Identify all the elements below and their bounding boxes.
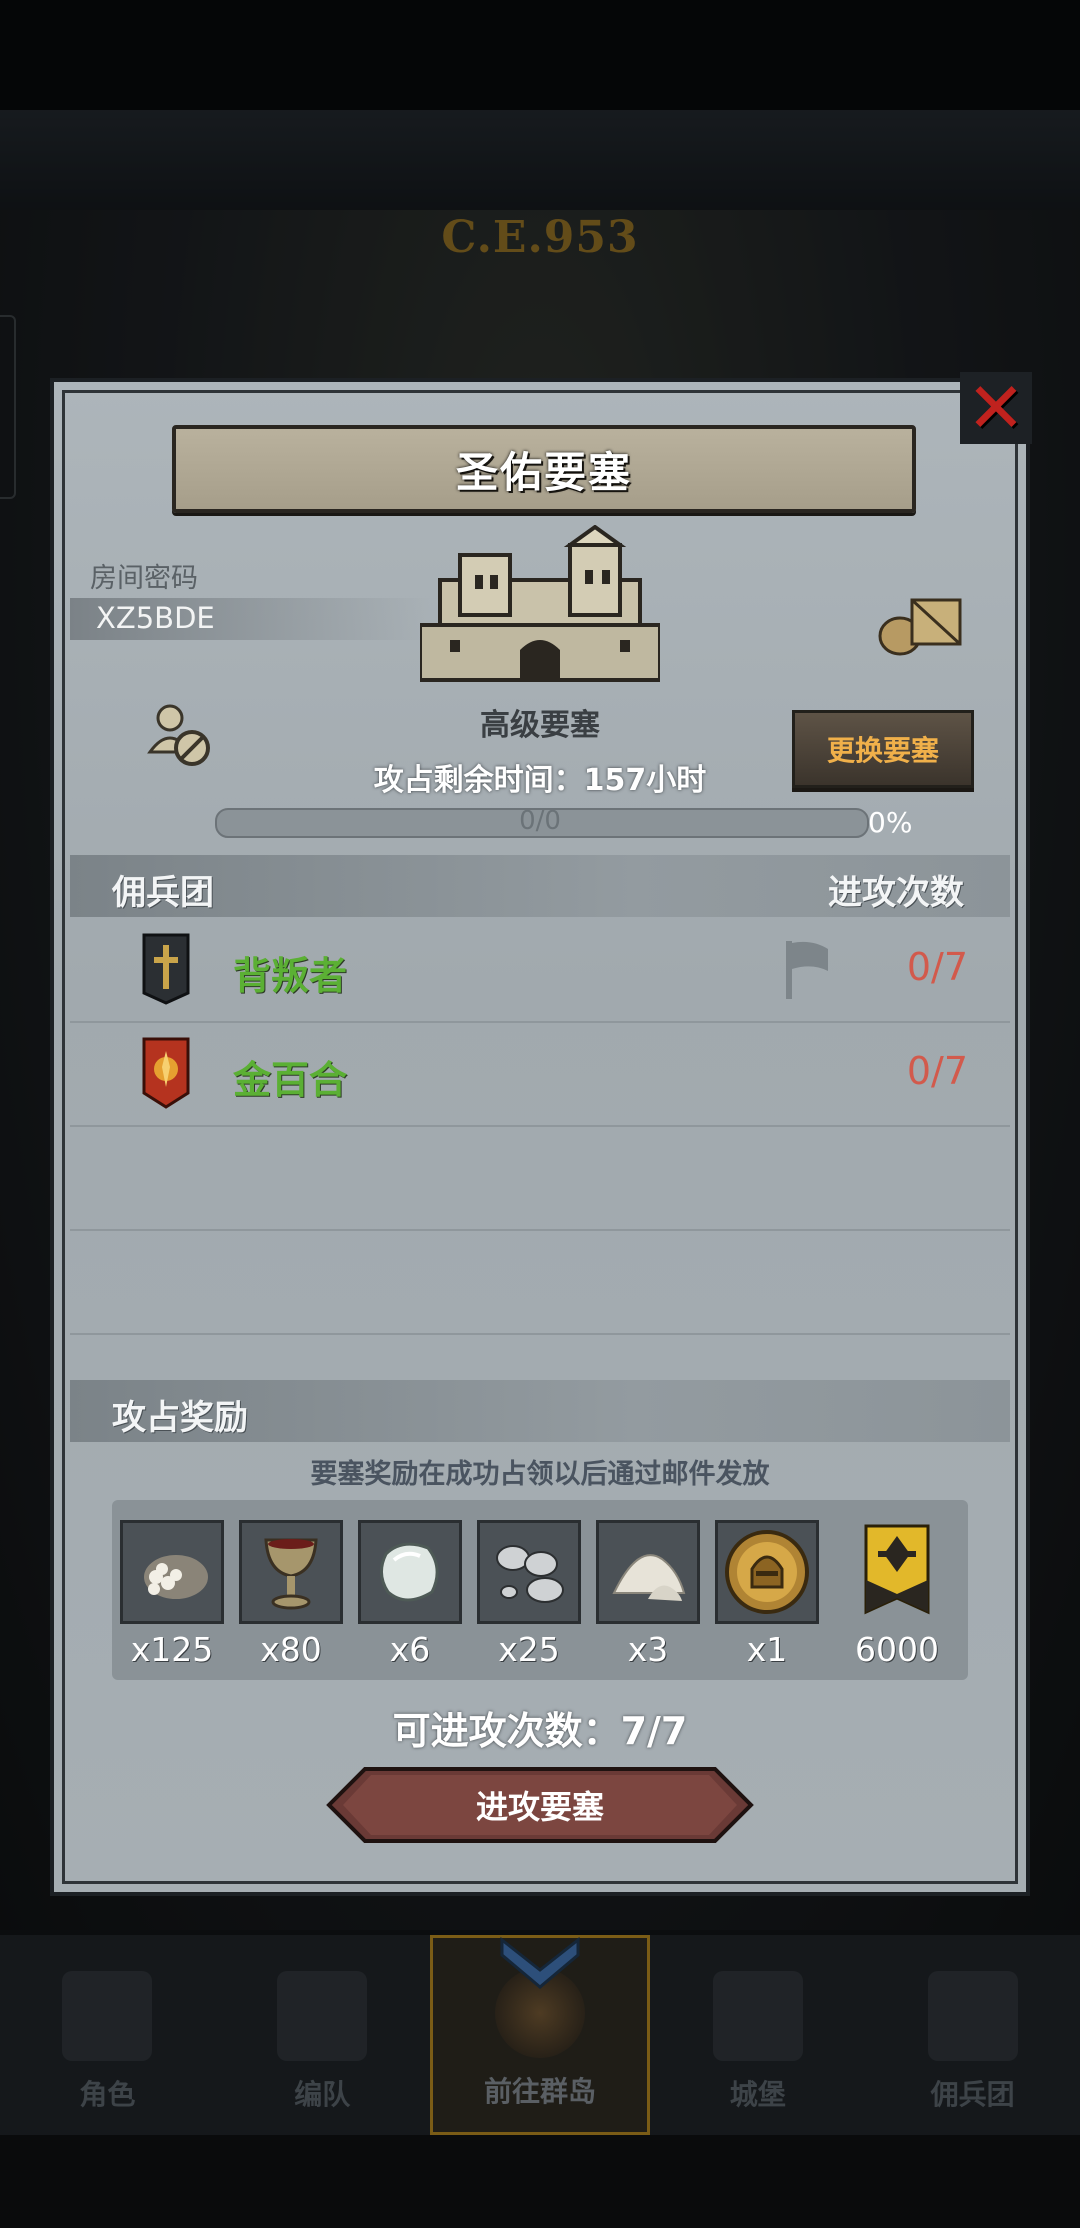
silver-ore-icon	[496, 1545, 564, 1603]
reward-tile	[715, 1520, 819, 1624]
close-button[interactable]: ✕	[960, 372, 1032, 444]
powder-pile-icon	[612, 1554, 686, 1601]
gem-icon	[380, 1542, 439, 1602]
change-fortress-button[interactable]: 更换要塞	[792, 710, 974, 788]
mercenary-name: 背叛者	[233, 954, 348, 998]
nav-label: 佣兵团	[930, 2078, 1015, 2111]
nav-label: 城堡	[729, 2078, 786, 2111]
nav-label: 角色	[79, 2078, 136, 2111]
supplies-icon[interactable]	[876, 588, 966, 658]
reward-tile	[845, 1520, 949, 1624]
time-remaining: 攻占剩余时间：157小时	[373, 763, 707, 798]
reward-tile	[239, 1520, 343, 1624]
mercenary-header-label: 佣兵团	[112, 873, 214, 913]
goblet-icon	[264, 1538, 318, 1610]
room-code-label: 房间密码	[90, 563, 198, 594]
helmet-icon	[277, 1971, 368, 2061]
mercenary-header: 佣兵团 进攻次数	[70, 855, 1010, 917]
reward-qty: x1	[746, 1630, 788, 1669]
attacks-left: 可进攻次数：7/7	[392, 1709, 688, 1753]
nav-label: 编队	[294, 2078, 351, 2111]
reward-qty: x3	[627, 1630, 669, 1669]
attack-count: 0/7	[906, 1049, 968, 1093]
honor-banner-icon	[864, 1524, 930, 1615]
reward-item[interactable]: x1	[715, 1520, 823, 1669]
flag-icon	[786, 941, 828, 999]
reward-header: 攻占奖励	[70, 1380, 1010, 1442]
reward-item[interactable]: x125	[120, 1520, 228, 1669]
nav-item-formation[interactable]: 编队	[215, 1935, 430, 2135]
reward-tile	[477, 1520, 581, 1624]
reward-qty: 6000	[855, 1630, 939, 1669]
empty-row	[70, 1125, 1010, 1231]
progress-percent: 0%	[868, 806, 913, 839]
mercenary-row[interactable]: 金百合 0/7	[70, 1021, 1010, 1127]
title-banner: 圣佑要塞	[172, 425, 916, 513]
attack-fortress-label: 进攻要塞	[475, 1788, 604, 1826]
attack-count: 0/7	[906, 945, 968, 989]
fortress-icon	[420, 525, 660, 682]
reward-qty: x125	[130, 1630, 214, 1669]
nav-item-castle[interactable]: 城堡	[650, 1935, 865, 2135]
reward-qty: x25	[498, 1630, 560, 1669]
nav-item-mercenary[interactable]: 佣兵团	[865, 1935, 1080, 2135]
reward-tile	[120, 1520, 224, 1624]
reward-item[interactable]: 6000	[845, 1520, 949, 1669]
progress-text: 0/0	[519, 806, 561, 836]
cross-banner-icon	[142, 933, 190, 1005]
knight-icon	[62, 1971, 153, 2061]
castle-icon	[712, 1971, 803, 2061]
system-bar	[0, 2135, 1080, 2228]
lily-banner-icon	[142, 1037, 190, 1109]
helmet-medal-icon	[725, 1530, 809, 1614]
nav-item-character[interactable]: 角色	[0, 1935, 215, 2135]
reward-item[interactable]: x25	[477, 1520, 585, 1669]
chevron-down-icon	[500, 1936, 580, 1989]
reward-tile	[596, 1520, 700, 1624]
reward-header-label: 攻占奖励	[112, 1398, 248, 1438]
reward-note: 要塞奖励在成功占领以后通过邮件发放	[310, 1459, 770, 1490]
reward-item[interactable]: x80	[239, 1520, 347, 1669]
empty-row	[70, 1229, 1010, 1335]
change-fortress-label: 更换要塞	[826, 734, 939, 767]
stone-pile-icon	[144, 1555, 208, 1599]
mercenary-icon	[927, 1971, 1018, 2061]
close-icon: ✕	[966, 367, 1026, 449]
room-code[interactable]: XZ5BDE	[96, 601, 215, 635]
panel-title: 圣佑要塞	[455, 447, 632, 497]
no-user-icon	[147, 704, 210, 766]
attack-count-header: 进攻次数	[828, 873, 964, 913]
nav-label: 前往群岛	[483, 2075, 596, 2108]
mercenary-row[interactable]: 背叛者 0/7	[70, 917, 1010, 1023]
reward-item[interactable]: x3	[596, 1520, 704, 1669]
reward-qty: x6	[389, 1630, 431, 1669]
mercenary-name: 金百合	[233, 1058, 348, 1102]
reward-item[interactable]: x6	[358, 1520, 466, 1669]
fortress-grade: 高级要塞	[480, 708, 600, 743]
reward-qty: x80	[260, 1630, 322, 1669]
reward-tile	[358, 1520, 462, 1624]
top-status-area	[0, 0, 1080, 110]
